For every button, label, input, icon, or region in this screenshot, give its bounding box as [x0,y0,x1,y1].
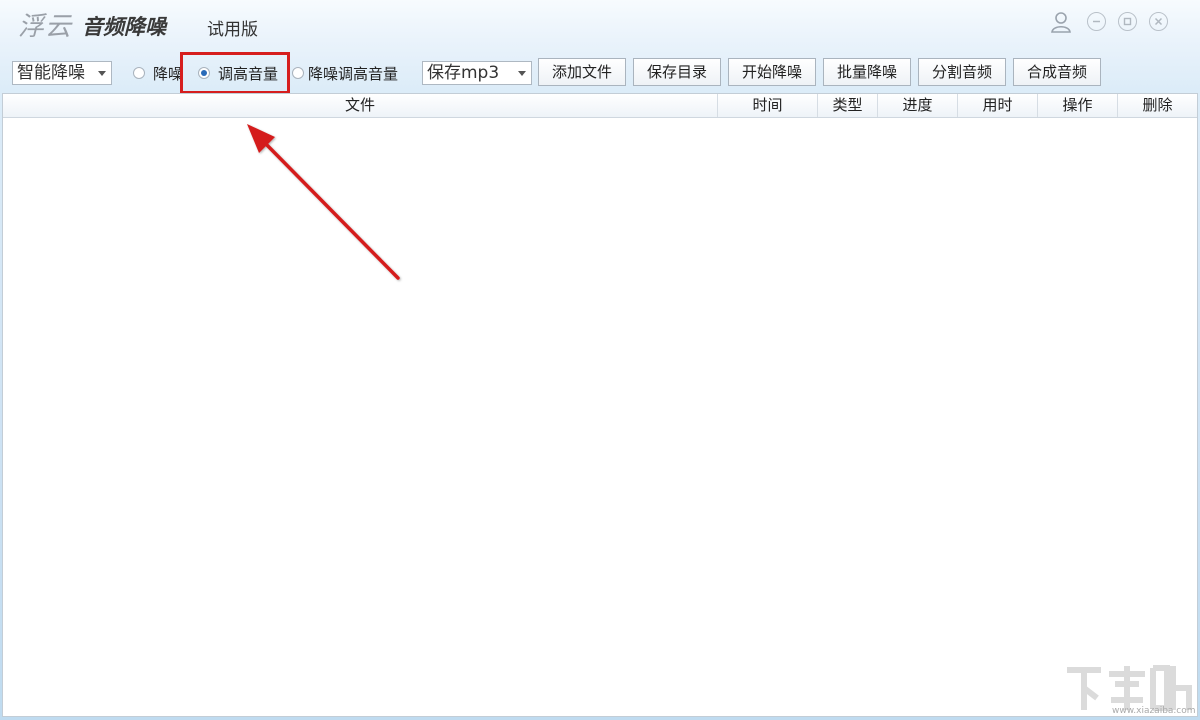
file-table[interactable]: 文件 时间 类型 进度 用时 操作 删除 [2,93,1198,717]
start-denoise-button[interactable]: 开始降噪 [728,58,816,86]
column-header-elapsed[interactable]: 用时 [957,94,1037,117]
column-header-file[interactable]: 文件 [3,94,717,117]
column-header-time[interactable]: 时间 [717,94,817,117]
radio-dot [133,67,145,79]
watermark-url: www.xiazaiba.com [1112,706,1196,716]
output-format-select[interactable]: 保存mp3 [422,61,532,85]
radio-dot [292,67,304,79]
column-header-delete[interactable]: 删除 [1117,94,1197,117]
split-audio-button[interactable]: 分割音频 [918,58,1006,86]
denoise-mode-select[interactable]: 智能降噪 [12,61,112,85]
column-header-action[interactable]: 操作 [1037,94,1117,117]
denoise-mode-value: 智能降噪 [17,63,85,83]
output-format-value: 保存mp3 [427,63,500,83]
column-header-type[interactable]: 类型 [817,94,877,117]
maximize-icon [1123,17,1132,26]
radio-label: 降噪 [153,64,184,83]
brand-logo: 浮云 [18,12,73,42]
app-window: 浮云 音频降噪 试用版 智能降噪 降噪 调高音量 降噪调高音量 保存mp3 添加… [0,0,1200,720]
minimize-button[interactable] [1087,12,1106,31]
maximize-button[interactable] [1118,12,1137,31]
close-icon [1154,17,1163,26]
add-file-button[interactable]: 添加文件 [538,58,626,86]
radio-label: 降噪调高音量 [308,64,399,83]
chevron-down-icon [518,71,526,76]
batch-denoise-button[interactable]: 批量降噪 [823,58,911,86]
column-header-progress[interactable]: 进度 [877,94,957,117]
minimize-icon [1093,20,1100,23]
edition-label: 试用版 [207,20,258,40]
chevron-down-icon [98,71,106,76]
close-button[interactable] [1149,12,1168,31]
user-icon[interactable] [1050,11,1072,33]
table-header: 文件 时间 类型 进度 用时 操作 删除 [3,94,1197,118]
annotation-highlight-box [180,52,290,94]
merge-audio-button[interactable]: 合成音频 [1013,58,1101,86]
save-directory-button[interactable]: 保存目录 [633,58,721,86]
radio-denoise[interactable]: 降噪 [133,64,184,83]
app-title: 音频降噪 [82,15,166,39]
radio-denoise-boost-volume[interactable]: 降噪调高音量 [292,64,399,83]
table-body-empty [3,118,1197,716]
